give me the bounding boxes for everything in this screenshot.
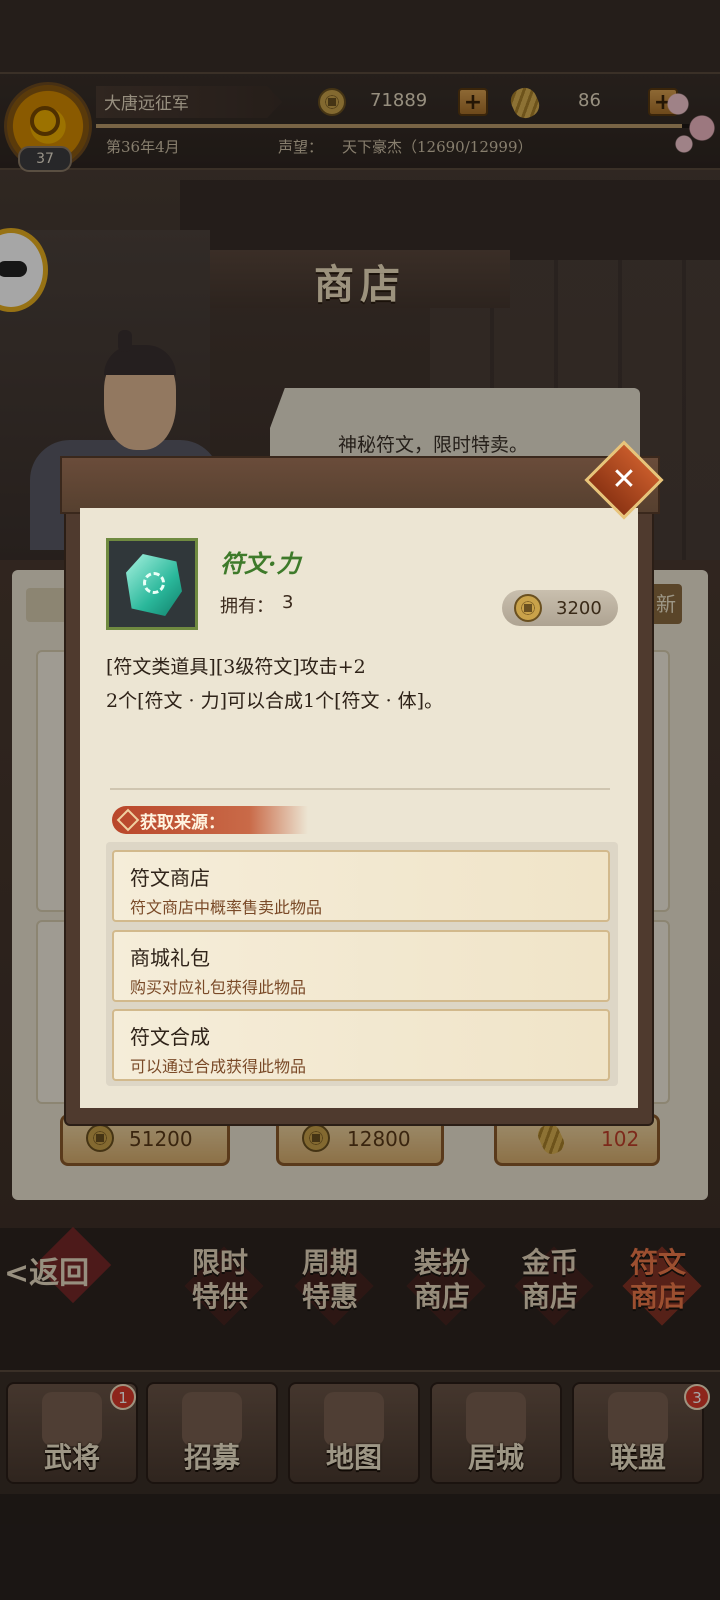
source-rune-shop[interactable]: 符文商店 符文商店中概率售卖此物品 bbox=[112, 850, 610, 922]
source-title: 符文商店 bbox=[130, 866, 210, 890]
owned-count: 3 bbox=[282, 592, 294, 613]
close-icon[interactable]: ✕ bbox=[606, 462, 642, 498]
sources-title: 获取来源： bbox=[140, 813, 225, 833]
rune-swirl-icon bbox=[143, 572, 165, 594]
copper-coin-icon bbox=[514, 594, 542, 622]
item-description-line2: 2个[符文 · 力]可以合成1个[符文 · 体]。 bbox=[106, 690, 444, 712]
source-rune-synthesis[interactable]: 符文合成 可以通过合成获得此物品 bbox=[112, 1009, 610, 1081]
section-divider bbox=[110, 788, 610, 790]
item-name: 符文·力 bbox=[220, 549, 301, 578]
item-price: 3200 bbox=[556, 598, 602, 619]
source-desc: 符文商店中概率售卖此物品 bbox=[130, 898, 323, 917]
item-description-line1: [符文类道具][3级符文]攻击+2 bbox=[106, 656, 366, 678]
source-desc: 可以通过合成获得此物品 bbox=[130, 1057, 307, 1076]
source-mall-pack[interactable]: 商城礼包 购买对应礼包获得此物品 bbox=[112, 930, 610, 1002]
owned-label: 拥有： bbox=[220, 596, 274, 617]
item-dialog-header bbox=[60, 456, 660, 514]
source-title: 商城礼包 bbox=[130, 946, 210, 970]
source-desc: 购买对应礼包获得此物品 bbox=[130, 978, 307, 997]
source-title: 符文合成 bbox=[130, 1025, 210, 1049]
